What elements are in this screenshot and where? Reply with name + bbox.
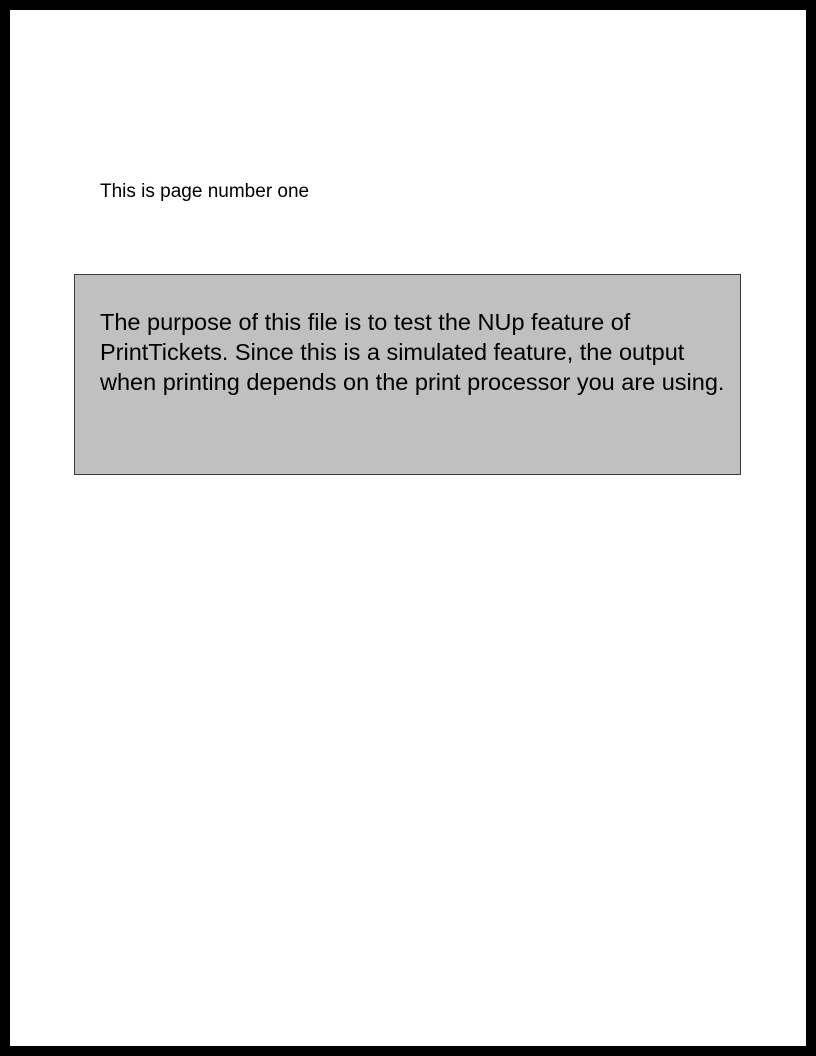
note-box: The purpose of this file is to test the … bbox=[74, 274, 741, 475]
note-text: The purpose of this file is to test the … bbox=[100, 309, 725, 395]
page-number-label: This is page number one bbox=[100, 181, 310, 202]
document-page: This is page number one The purpose of t… bbox=[10, 10, 806, 1046]
